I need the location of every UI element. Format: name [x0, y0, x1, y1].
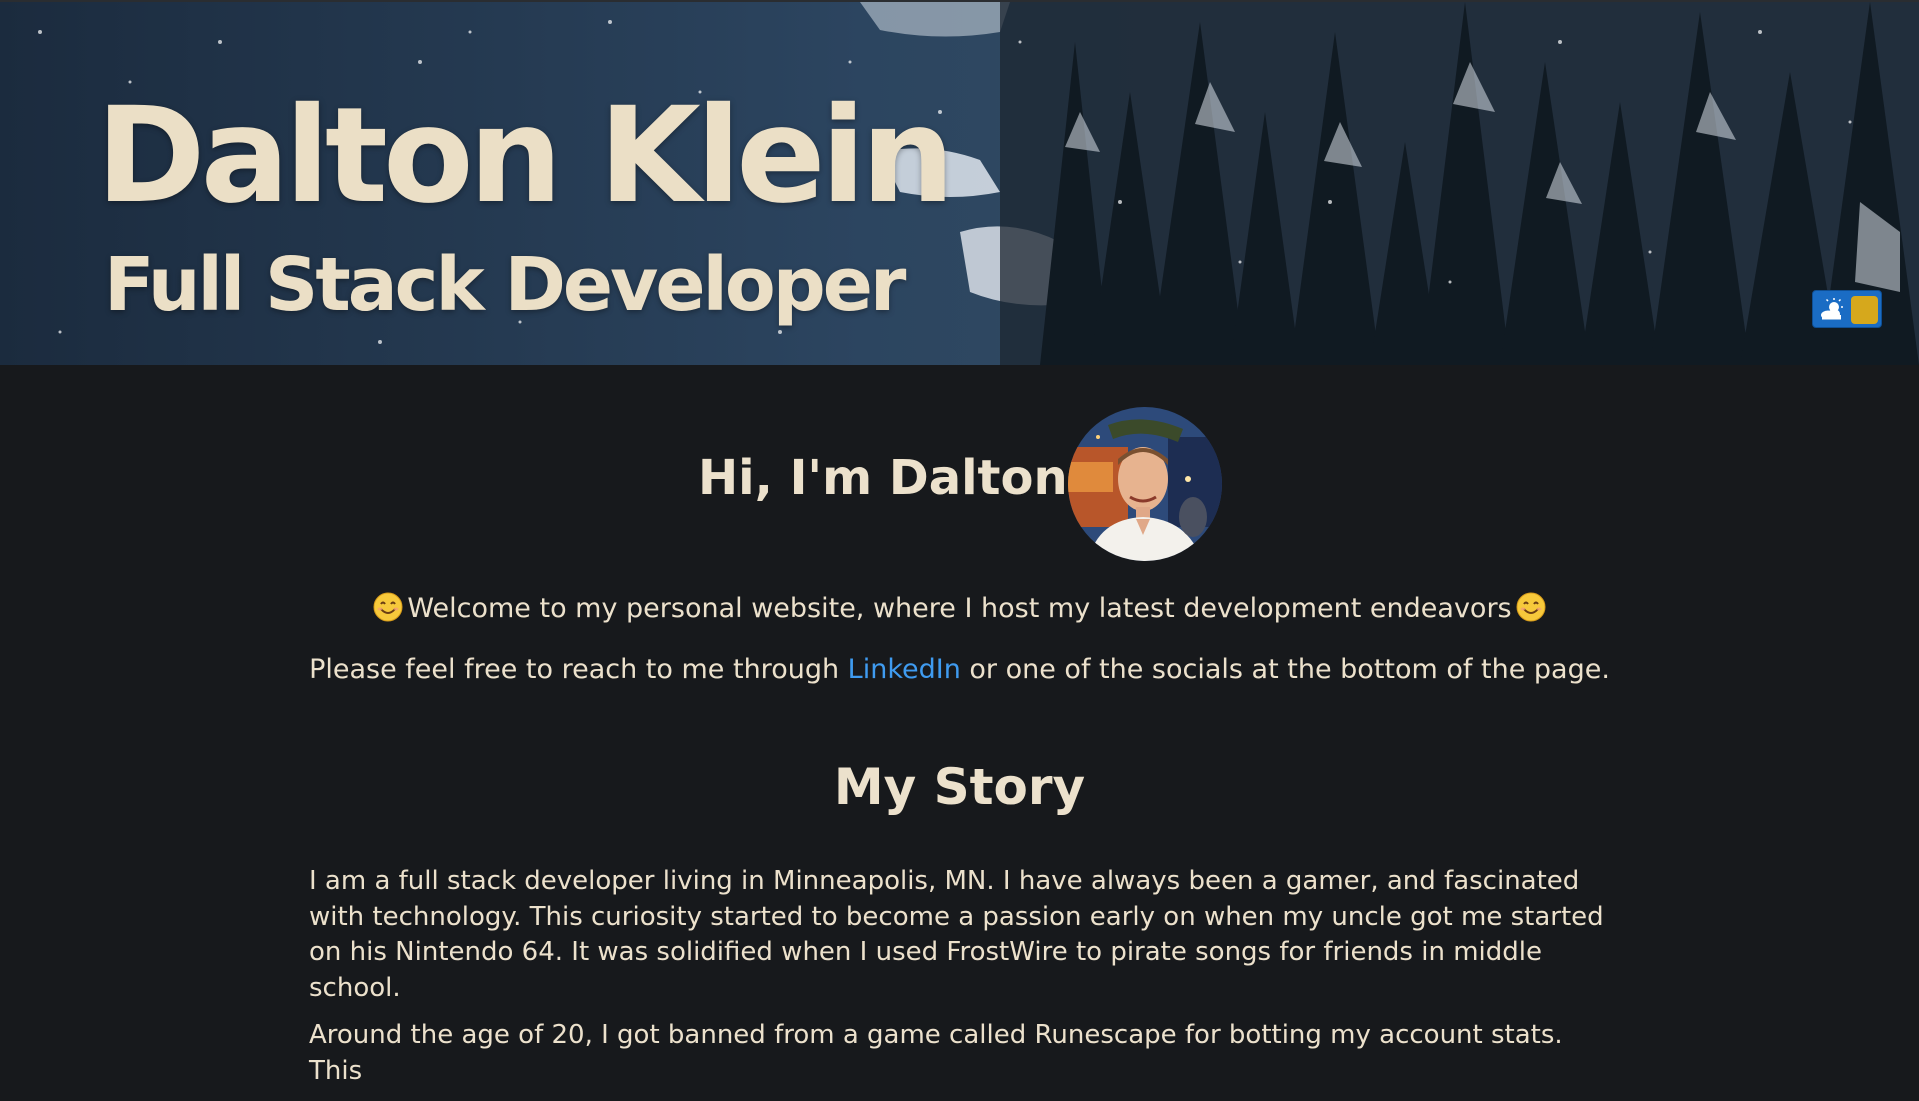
- hero-title: Dalton Klein: [96, 79, 955, 233]
- profile-avatar: [1068, 407, 1222, 561]
- theme-toggle-button[interactable]: [1812, 290, 1882, 328]
- story-section: I am a full stack developer living in Mi…: [309, 864, 1611, 1101]
- story-paragraph: Around the age of 20, I got banned from …: [309, 1020, 1563, 1086]
- profile-photo: [1068, 407, 1222, 561]
- intro-heading: Hi, I'm Dalton: [698, 450, 1068, 506]
- smiling-face-icon: [373, 592, 403, 622]
- sun-cloud-icon: [1821, 298, 1843, 320]
- contact-text-after: or one of the socials at the bottom of t…: [960, 654, 1610, 685]
- story-heading: My Story: [833, 758, 1086, 816]
- story-paragraph: I am a full stack developer living in Mi…: [309, 866, 1604, 1003]
- contact-text: Please feel free to reach to me through …: [0, 654, 1919, 685]
- toggle-knob[interactable]: [1851, 296, 1878, 324]
- contact-text-before: Please feel free to reach to me through: [309, 654, 848, 685]
- welcome-text: Welcome to my personal website, where I …: [0, 592, 1919, 624]
- welcome-message: Welcome to my personal website, where I …: [407, 593, 1512, 624]
- smiling-face-icon: [1516, 592, 1546, 622]
- linkedin-link[interactable]: LinkedIn: [848, 654, 961, 685]
- hero-subtitle: Full Stack Developer: [104, 242, 906, 328]
- hero-banner: Dalton Klein Full Stack Developer: [0, 2, 1919, 365]
